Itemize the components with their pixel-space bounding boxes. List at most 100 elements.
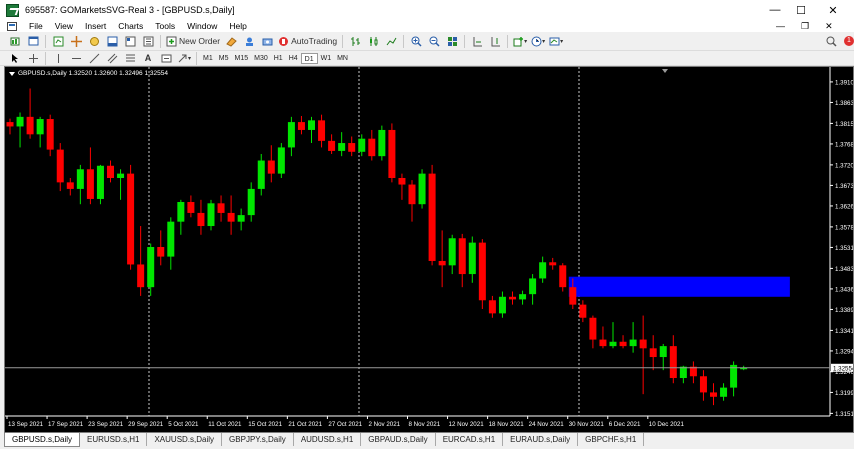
chart-ohlc-header: GBPUSD.s,Daily 1.32520 1.32600 1.32496 1… [18,70,168,77]
mdi-restore-button[interactable]: ❐ [801,21,809,32]
channel-button[interactable] [105,51,119,65]
line-chart-button[interactable] [384,34,398,48]
tab-gbpjpy-daily[interactable]: GBPJPY.s,Daily [222,433,294,446]
chart-window[interactable]: 1.39100 1.38630 1.38150 1.37680 1.37200 1.367… [4,66,854,433]
timeframe-m30[interactable]: M30 [251,53,271,64]
line-studies-toolbar: A ▾ M1 M5 M15 M30 H1 H4 D1 W1 MN [0,51,854,66]
candle-body [569,287,577,305]
tab-euraud-daily[interactable]: EURAUD.s,Daily [503,433,579,446]
timeframe-m5[interactable]: M5 [216,53,232,64]
candle-body [16,116,24,127]
close-button[interactable]: ✕ [818,0,848,20]
trendline-button[interactable] [87,51,101,65]
autotrading-button[interactable]: AutoTrading [278,34,337,48]
candle-body [127,173,135,265]
auto-scroll-icon [473,36,482,46]
candle-body [197,212,205,227]
fibonacci-button[interactable] [123,51,137,65]
timeframe-mn[interactable]: MN [334,53,351,64]
mdi-minimize-button[interactable]: — [776,21,785,31]
menu-view[interactable]: View [49,20,79,32]
time-tick-label: 17 Sep 2021 [48,421,84,428]
chart-window-icon[interactable] [7,21,17,31]
candle-body [257,160,265,189]
menu-file[interactable]: File [23,20,49,32]
signals-icon [245,37,253,46]
toolbar-separator [45,51,46,65]
timeframe-d1[interactable]: D1 [300,52,318,64]
price-chart[interactable]: 1.39100 1.38630 1.38150 1.37680 1.37200 1.367… [5,67,854,433]
zoom-in-button[interactable] [409,34,423,48]
tile-windows-button[interactable] [445,34,459,48]
indicators-button[interactable]: ▾ [513,34,527,48]
text-tool-button[interactable]: A [141,51,155,65]
text-label-button[interactable] [159,51,173,65]
search-button[interactable] [824,34,838,48]
timeframe-m15[interactable]: M15 [231,53,251,64]
candlestick-button[interactable] [366,34,380,48]
metaeditor-button[interactable] [224,34,238,48]
menu-insert[interactable]: Insert [79,20,112,32]
tab-eurcad-h1[interactable]: EURCAD.s,H1 [436,433,504,446]
candle-body [187,202,195,213]
tab-gbpusd-daily[interactable]: GBPUSD.s,Daily [4,433,81,447]
menu-tools[interactable]: Tools [149,20,181,32]
timeframe-m1[interactable]: M1 [200,53,216,64]
timeframe-h1[interactable]: H1 [271,53,286,64]
candle-body [36,119,44,135]
data-window-button[interactable] [69,34,83,48]
tab-gbpaud-daily[interactable]: GBPAUD.s,Daily [361,433,436,446]
menu-help[interactable]: Help [223,20,252,32]
candle-body [720,387,728,397]
vertical-line-button[interactable] [51,51,65,65]
candle-body [338,143,346,151]
menu-charts[interactable]: Charts [112,20,149,32]
candlestick-icon [369,36,378,46]
horizontal-line-button[interactable] [69,51,83,65]
autotrading-icon [279,36,289,46]
market-button[interactable] [260,34,274,48]
mdi-close-button[interactable]: ✕ [825,21,833,32]
new-chart-button[interactable] [8,34,22,48]
tab-eurusd-h1[interactable]: EURUSD.s,H1 [80,433,148,446]
navigator-button[interactable] [87,34,101,48]
candle-body [438,260,446,266]
maximize-button[interactable]: ☐ [786,0,816,20]
candle-body [388,129,396,178]
tab-xauusd-daily[interactable]: XAUUSD.s,Daily [147,433,223,446]
timeframe-w1[interactable]: W1 [318,53,335,64]
strategy-tester-button[interactable] [123,34,137,48]
chart-shift-button[interactable] [488,34,502,48]
timeframe-h4[interactable]: H4 [286,53,301,64]
zoom-out-button[interactable] [427,34,441,48]
tab-gbpchf-h1[interactable]: GBPCHF.s,H1 [578,433,645,446]
terminal-button[interactable] [105,34,119,48]
candle-body [408,184,416,205]
candle-body [468,242,476,275]
bar-chart-button[interactable] [348,34,362,48]
new-order-label: New Order [179,36,221,46]
time-tick-label: 15 Oct 2021 [248,421,282,428]
profiles-button[interactable] [26,34,40,48]
new-order-button[interactable]: New Order [166,34,220,48]
market-watch-button[interactable] [51,34,65,48]
tab-audusd-h1[interactable]: AUDUSD.s,H1 [294,433,362,446]
chart-menu-triangle-icon [9,71,15,76]
periods-button[interactable]: ▾ [531,34,545,48]
candle-body [107,165,114,178]
signals-button[interactable] [242,34,256,48]
bar-chart-icon [350,36,360,46]
time-tick-label: 18 Nov 2021 [489,421,525,428]
menu-window[interactable]: Window [181,20,223,32]
candle-body [639,339,647,349]
cursor-tool-button[interactable] [8,51,22,65]
options-button[interactable] [141,34,155,48]
arrows-button[interactable]: ▾ [177,51,191,65]
current-price-label: 1.32554 [833,365,854,372]
crosshair-tool-button[interactable] [26,51,40,65]
zoom-in-icon [411,36,422,47]
notifications-button[interactable]: 1 [842,34,854,48]
auto-scroll-button[interactable] [470,34,484,48]
templates-button[interactable]: ▾ [549,34,563,48]
indicators-icon [513,36,524,46]
